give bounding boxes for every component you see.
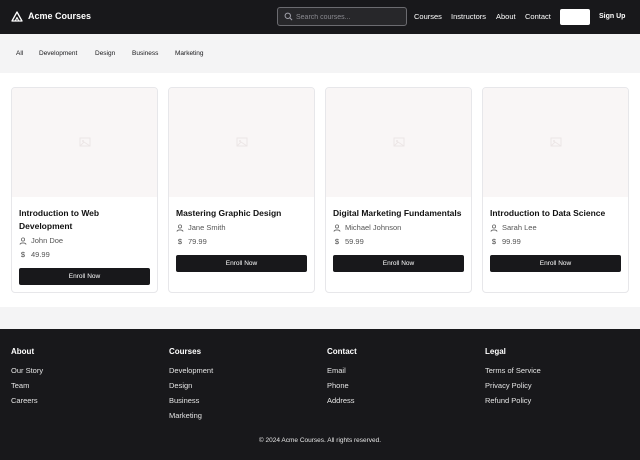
instructor-name: Sarah Lee	[502, 223, 537, 232]
search-icon	[284, 12, 293, 21]
top-nav-bar: Acme Courses Courses Instructors About C…	[0, 0, 640, 34]
category-business[interactable]: Business	[132, 49, 158, 58]
course-title: Introduction to Web Development	[19, 208, 100, 231]
footer-link-business[interactable]: Business	[169, 396, 319, 406]
course-price: $ 99.99	[490, 237, 521, 247]
enroll-button[interactable]: Enroll Now	[19, 268, 150, 285]
instructor-name: Michael Johnson	[345, 223, 402, 232]
nav-link-contact[interactable]: Contact	[525, 12, 551, 22]
category-filter-bar: All Development Design Business Marketin…	[0, 34, 640, 73]
footer-link-address[interactable]: Address	[327, 396, 477, 406]
image-placeholder-icon	[393, 137, 405, 147]
footer-link-email[interactable]: Email	[327, 366, 477, 376]
footer: About Our Story Team Careers Courses Dev…	[0, 329, 640, 460]
course-title: Digital Marketing Fundamentals	[333, 208, 462, 218]
price-value: 59.99	[345, 237, 364, 246]
dollar-icon: $	[334, 237, 340, 246]
instructor-name: Jane Smith	[188, 223, 226, 232]
footer-link-development[interactable]: Development	[169, 366, 319, 376]
user-icon	[19, 237, 27, 245]
brand-logo[interactable]: Acme Courses	[11, 10, 91, 22]
footer-column-courses: Courses Development Design Business Mark…	[169, 347, 319, 426]
course-card[interactable]: Digital Marketing Fundamentals Michael J…	[325, 87, 472, 293]
course-title: Introduction to Data Science	[490, 208, 606, 218]
category-all[interactable]: All	[16, 49, 23, 58]
price-value: 99.99	[502, 237, 521, 246]
dollar-icon: $	[20, 250, 26, 259]
user-icon	[333, 224, 341, 232]
course-title: Mastering Graphic Design	[176, 208, 282, 218]
course-price: $ 59.99	[333, 237, 364, 247]
course-card[interactable]: Introduction to Web Development John Doe…	[11, 87, 158, 293]
course-instructor: John Doe	[19, 236, 63, 246]
enroll-button[interactable]: Enroll Now	[490, 255, 621, 272]
category-development[interactable]: Development	[39, 49, 77, 58]
brand-name: Acme Courses	[28, 11, 92, 21]
course-image	[326, 88, 471, 197]
footer-link-privacy[interactable]: Privacy Policy	[485, 381, 635, 391]
nav-link-courses[interactable]: Courses	[414, 12, 442, 22]
course-card[interactable]: Introduction to Data Science Sarah Lee $…	[482, 87, 629, 293]
price-value: 49.99	[31, 250, 50, 259]
course-instructor: Jane Smith	[176, 223, 226, 233]
footer-link-phone[interactable]: Phone	[327, 381, 477, 391]
user-icon	[490, 224, 498, 232]
footer-link-team[interactable]: Team	[11, 381, 161, 391]
search-box[interactable]	[277, 7, 407, 26]
footer-link-careers[interactable]: Careers	[11, 396, 161, 406]
signup-button[interactable]: Sign Up	[599, 12, 625, 22]
dollar-icon: $	[177, 237, 183, 246]
footer-heading: Courses	[169, 347, 202, 356]
category-design[interactable]: Design	[95, 49, 115, 58]
footer-link-terms[interactable]: Terms of Service	[485, 366, 635, 376]
footer-heading: Contact	[327, 347, 357, 356]
search-input[interactable]	[296, 10, 402, 24]
footer-link-marketing[interactable]: Marketing	[169, 411, 319, 421]
image-placeholder-icon	[236, 137, 248, 147]
course-card[interactable]: Mastering Graphic Design Jane Smith $ 79…	[168, 87, 315, 293]
mountain-icon	[11, 11, 23, 22]
footer-link-design[interactable]: Design	[169, 381, 319, 391]
nav-link-about[interactable]: About	[496, 12, 516, 22]
course-price: $ 79.99	[176, 237, 207, 247]
nav-link-instructors[interactable]: Instructors	[451, 12, 486, 22]
footer-link-our-story[interactable]: Our Story	[11, 366, 161, 376]
category-marketing[interactable]: Marketing	[175, 49, 204, 58]
copyright-text: © 2024 Acme Courses. All rights reserved…	[258, 437, 382, 444]
footer-column-about: About Our Story Team Careers	[11, 347, 161, 411]
price-value: 79.99	[188, 237, 207, 246]
login-button[interactable]	[560, 9, 590, 25]
section-divider	[0, 307, 640, 329]
footer-column-legal: Legal Terms of Service Privacy Policy Re…	[485, 347, 635, 411]
image-placeholder-icon	[550, 137, 562, 147]
dollar-icon: $	[491, 237, 497, 246]
enroll-button[interactable]: Enroll Now	[333, 255, 464, 272]
course-image	[12, 88, 157, 197]
footer-column-contact: Contact Email Phone Address	[327, 347, 477, 411]
course-price: $ 49.99	[19, 250, 50, 260]
footer-heading: About	[11, 347, 35, 356]
course-instructor: Sarah Lee	[490, 223, 537, 233]
image-placeholder-icon	[79, 137, 91, 147]
user-icon	[176, 224, 184, 232]
course-instructor: Michael Johnson	[333, 223, 401, 233]
enroll-button[interactable]: Enroll Now	[176, 255, 307, 272]
instructor-name: John Doe	[31, 236, 64, 245]
course-image	[483, 88, 628, 197]
course-image	[169, 88, 314, 197]
footer-heading: Legal	[485, 347, 506, 356]
footer-link-refund[interactable]: Refund Policy	[485, 396, 635, 406]
